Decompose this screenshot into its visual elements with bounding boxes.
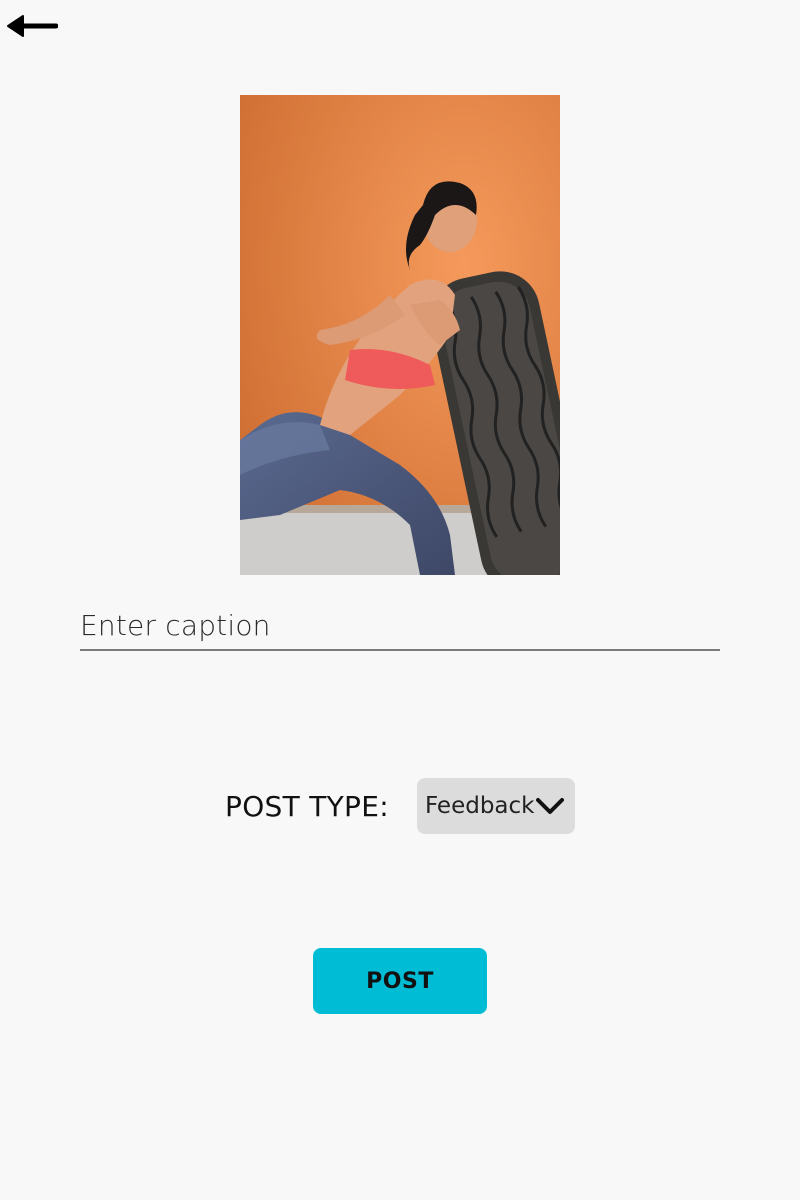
caption-field[interactable] <box>80 605 720 651</box>
create-post-screen: POST TYPE: Feedback POST <box>0 0 800 1200</box>
post-type-selected-value: Feedback <box>424 793 535 819</box>
chevron-down-icon <box>535 798 564 814</box>
back-button[interactable] <box>6 10 60 42</box>
post-type-dropdown[interactable]: Feedback <box>416 778 575 834</box>
post-type-row: POST TYPE: Feedback <box>0 778 800 834</box>
post-button[interactable]: POST <box>313 948 487 1014</box>
post-photo <box>240 95 560 575</box>
arrow-left-icon <box>7 15 58 37</box>
post-type-label: POST TYPE: <box>225 789 389 823</box>
caption-input[interactable] <box>80 605 720 645</box>
